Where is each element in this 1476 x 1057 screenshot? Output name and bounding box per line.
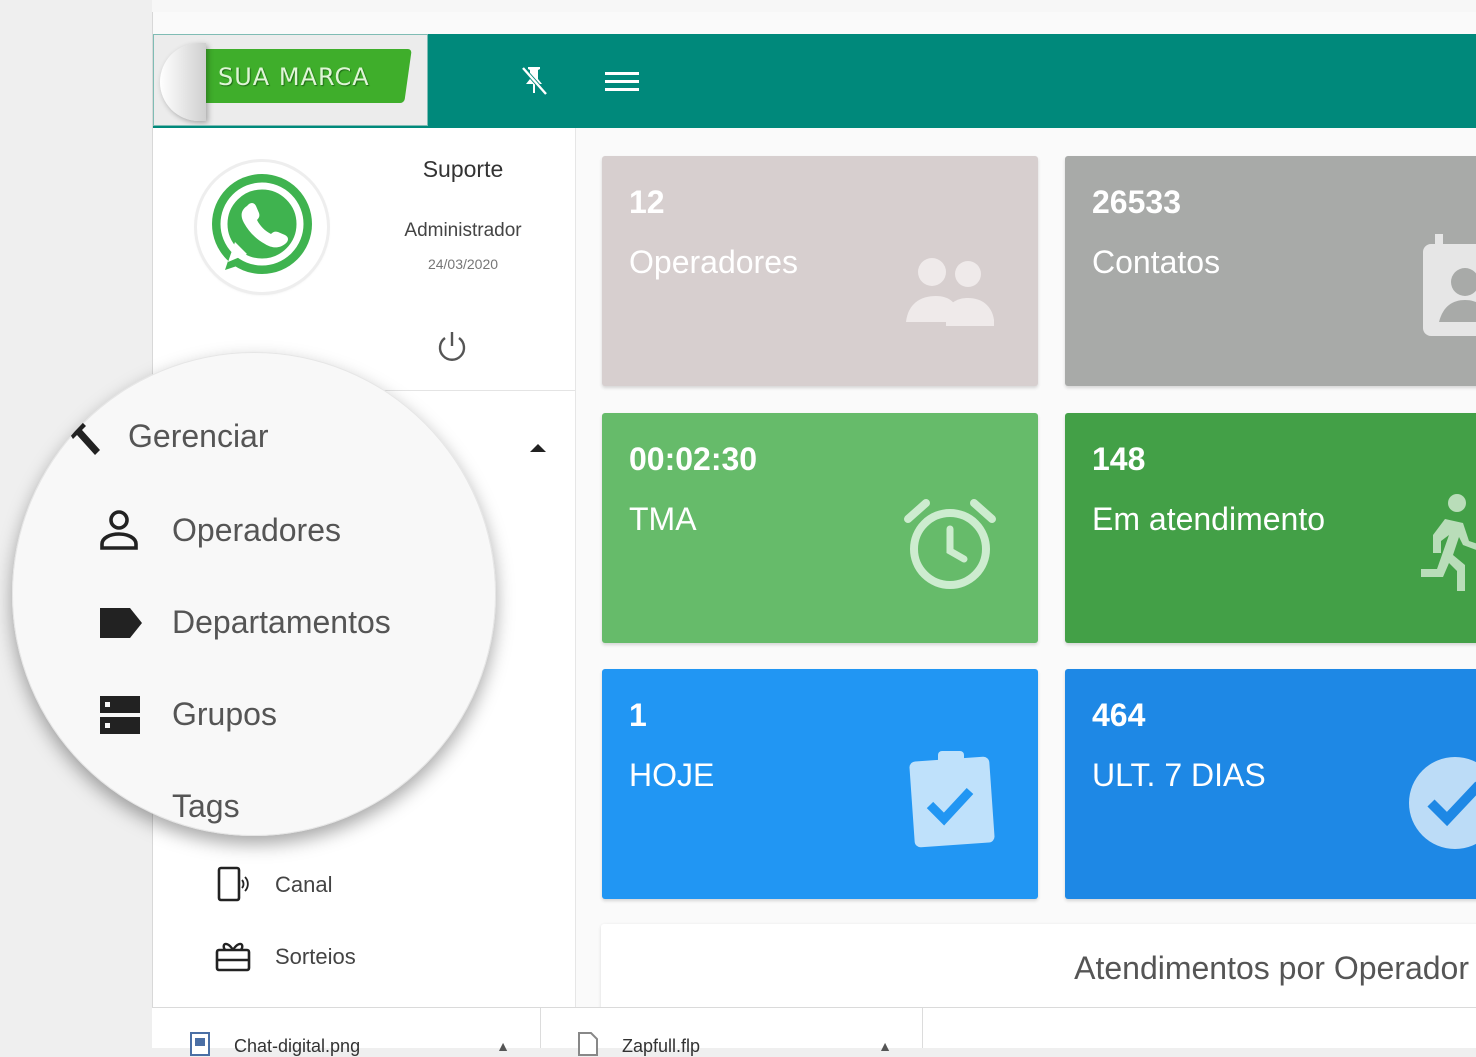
- stat-title: ULT. 7 DIAS: [1092, 757, 1266, 793]
- running-person-icon: [1421, 494, 1476, 591]
- alarm-icon: [904, 499, 996, 589]
- magnified-sidebar-menu: Gerenciar Operadores Departamentos Grupo…: [12, 352, 496, 836]
- stat-value: 12: [629, 184, 665, 220]
- hamburger-menu-icon[interactable]: [605, 70, 639, 94]
- stat-value: 1: [629, 697, 647, 733]
- phone-channel-icon: [217, 866, 249, 902]
- user-role: Administrador: [404, 220, 522, 241]
- stat-card-em-atendimento[interactable]: 148 Em atendimento: [1065, 413, 1476, 643]
- clipboard-check-icon: [909, 751, 995, 848]
- file-icon: [578, 1032, 598, 1056]
- brand-logo-text: SUA MARCA: [218, 63, 370, 91]
- stat-title: HOJE: [629, 757, 715, 793]
- whatsapp-icon: [212, 174, 312, 274]
- sidebar-item-label: Grupos: [172, 696, 277, 732]
- sidebar-item-label: Tags: [172, 788, 240, 824]
- stat-card-ult-7-dias[interactable]: 464 ULT. 7 DIAS: [1065, 669, 1476, 899]
- stat-value: 148: [1092, 441, 1146, 477]
- image-file-icon: [190, 1032, 210, 1056]
- gift-icon: [215, 942, 251, 972]
- user-avatar: [197, 162, 327, 292]
- stat-card-tma[interactable]: 00:02:30 TMA: [602, 413, 1038, 643]
- brand-logo: SUA MARCA: [153, 34, 428, 126]
- hammer-icon: [66, 420, 100, 455]
- user-name: Suporte: [422, 156, 504, 182]
- dashboard-content: 12 Operadores 26533 Contatos 00:02:30 TM…: [575, 128, 1476, 1044]
- user-date: 24/03/2020: [427, 256, 499, 272]
- menu-section-label: Gerenciar: [128, 418, 269, 454]
- chevron-up-icon[interactable]: ▲: [496, 1038, 510, 1054]
- unpin-icon[interactable]: [519, 64, 549, 96]
- stat-value: 464: [1092, 697, 1146, 733]
- stat-title: Operadores: [629, 244, 798, 280]
- person-icon: [100, 510, 138, 550]
- sidebar-item-label: Departamentos: [172, 604, 391, 640]
- tag-icon: [106, 794, 138, 824]
- sidebar-item-label: Canal: [275, 872, 333, 897]
- check-circle-icon: [1409, 757, 1476, 849]
- stat-card-contatos[interactable]: 26533 Contatos: [1065, 156, 1476, 386]
- label-tag-icon: [100, 608, 142, 638]
- sidebar-item-label: Operadores: [172, 512, 341, 548]
- sidebar-item-label: Sorteios: [275, 944, 356, 969]
- downloads-bar: Chat-digital.png ▲ Zapfull.flp ▲: [152, 1007, 1476, 1056]
- dns-icon: [100, 696, 140, 734]
- chart-title: Atendimentos por Operador: [1074, 950, 1469, 986]
- stat-card-hoje[interactable]: 1 HOJE: [602, 669, 1038, 899]
- stat-value: 26533: [1092, 184, 1181, 220]
- stat-title: Em atendimento: [1092, 501, 1326, 537]
- stat-title: Contatos: [1092, 244, 1221, 280]
- brand-logo-page-curl: [160, 43, 206, 121]
- stat-title: TMA: [629, 501, 697, 537]
- power-icon[interactable]: [435, 330, 469, 364]
- download-item[interactable]: Chat-digital.png ▲: [152, 1008, 541, 1056]
- collapse-caret-icon[interactable]: [530, 442, 546, 452]
- stat-value: 00:02:30: [629, 441, 758, 477]
- people-icon: [906, 258, 994, 326]
- chevron-up-icon[interactable]: ▲: [878, 1038, 892, 1054]
- download-item[interactable]: Zapfull.flp ▲: [540, 1008, 923, 1056]
- stat-card-operadores[interactable]: 12 Operadores: [602, 156, 1038, 386]
- contact-calendar-icon: [1423, 234, 1476, 336]
